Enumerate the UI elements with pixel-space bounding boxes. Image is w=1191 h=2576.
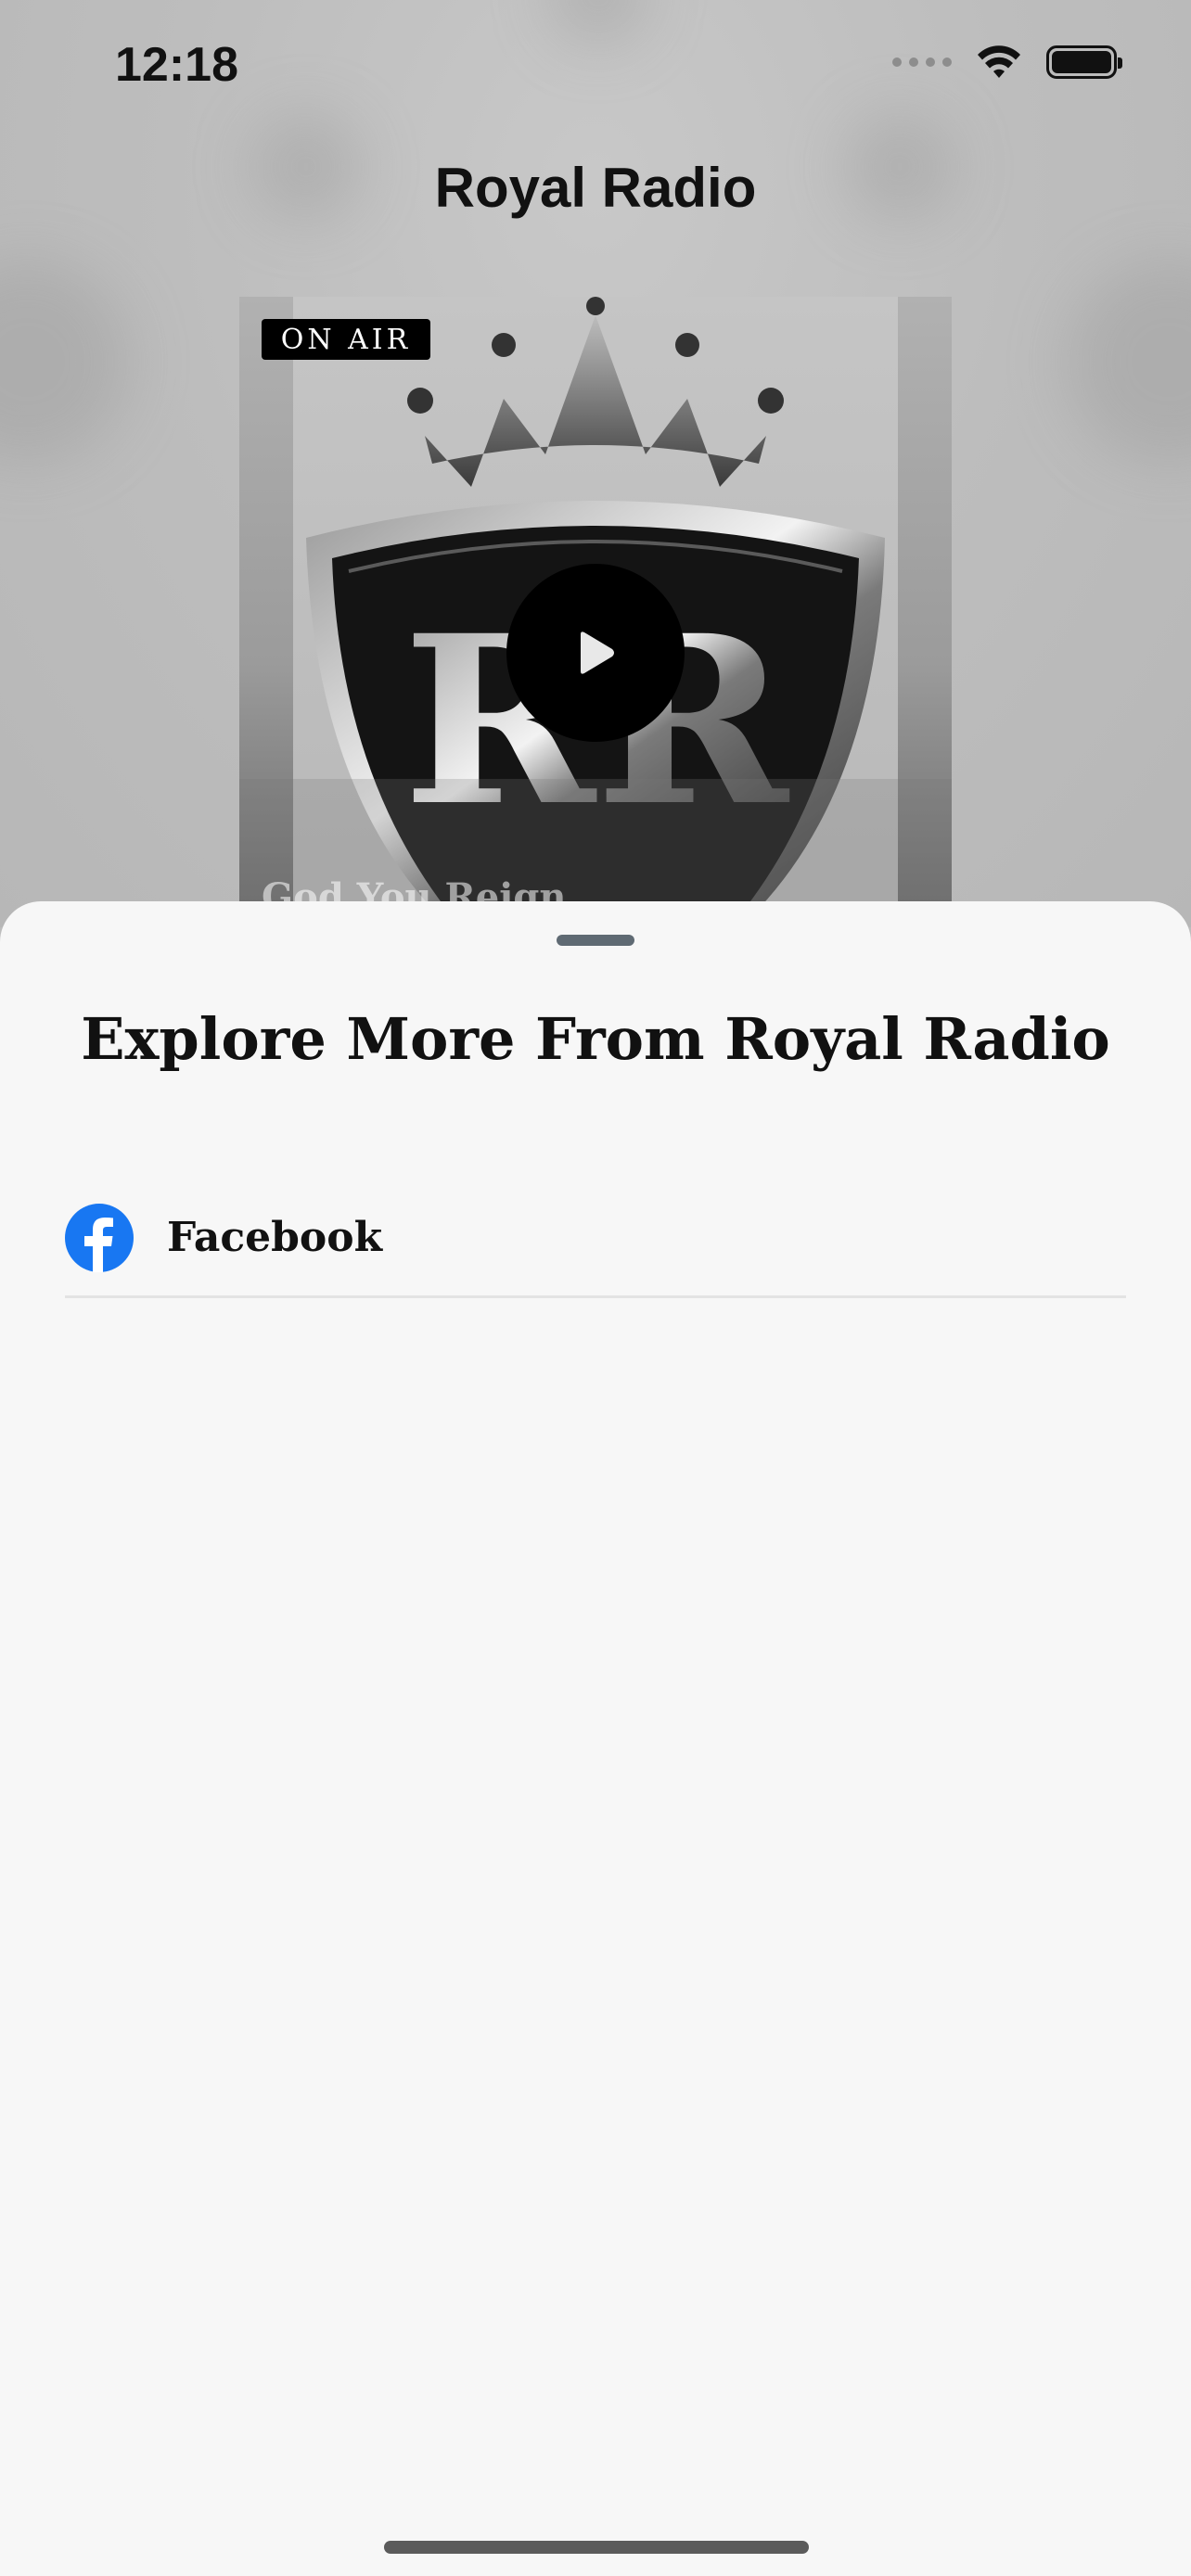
sheet-grabber[interactable] [557,935,634,946]
facebook-icon [65,1203,134,1272]
battery-icon [1046,45,1122,79]
wifi-icon [978,45,1020,78]
explore-sheet: Explore More From Royal Radio Facebook [0,901,1191,2576]
app-title: Royal Radio [434,157,757,219]
sheet-item-label: Facebook [167,1214,383,1261]
play-icon [581,631,614,674]
home-indicator[interactable] [384,2541,809,2554]
status-time: 12:18 [115,38,238,92]
play-button[interactable] [506,564,685,742]
status-bar: 12:18 [0,0,1191,139]
sheet-title: Explore More From Royal Radio [81,1005,1110,1073]
on-air-badge: ON AIR [262,319,430,360]
status-icons [892,45,1122,80]
sheet-item-facebook[interactable]: Facebook [65,1180,1126,1298]
signal-icon [892,57,952,67]
